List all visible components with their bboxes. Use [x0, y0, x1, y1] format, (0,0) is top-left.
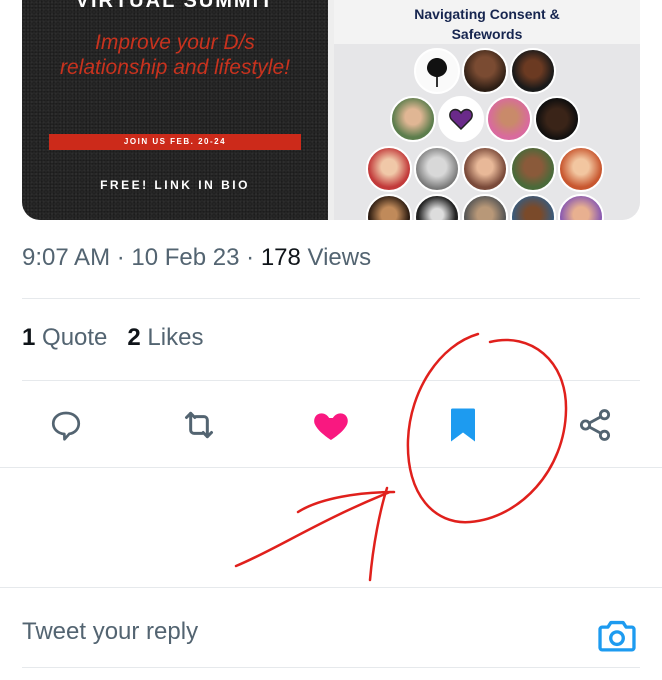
likes-link[interactable]: 2 Likes — [127, 324, 203, 351]
avatar-speaker — [366, 194, 412, 220]
quotes-label: Quote — [35, 324, 108, 351]
avatar-speaker — [462, 194, 508, 220]
avatar-speaker — [414, 194, 460, 220]
retweet-icon — [185, 411, 213, 439]
bookmark-button[interactable] — [438, 400, 488, 450]
poster-join-banner: JOIN US FEB. 20-24 — [49, 134, 301, 150]
avatar-rose — [414, 48, 460, 94]
avatar-heart-logo — [438, 96, 484, 142]
views-count: 178 — [260, 244, 301, 271]
tweet-date[interactable]: 10 Feb 23 — [131, 244, 239, 271]
tweet-media[interactable]: VIRTUAL SUMMIT Improve your D/s relation… — [22, 0, 640, 220]
like-button[interactable] — [306, 400, 356, 450]
panel-title-line2: Safewords — [451, 26, 523, 42]
separator: · — [239, 244, 261, 271]
camera-icon — [598, 620, 636, 652]
avatar-speaker — [462, 146, 508, 192]
avatar-speaker — [366, 146, 412, 192]
avatar-speaker — [510, 48, 556, 94]
avatar-speaker — [558, 194, 604, 220]
quotes-count: 1 — [22, 324, 36, 351]
tweet-timestamp: 9:07 AM · 10 Feb 23 · 178 Views — [22, 244, 371, 272]
avatar-speaker — [390, 96, 436, 142]
reply-icon — [51, 411, 81, 441]
avatar-speaker — [510, 194, 556, 220]
panel-title-line1: Navigating Consent & — [414, 6, 560, 22]
reply-input[interactable]: Tweet your reply — [22, 618, 198, 646]
avatar-speaker — [534, 96, 580, 142]
annotation-arrow — [234, 486, 396, 582]
divider — [22, 667, 640, 668]
divider — [22, 380, 640, 381]
summit-poster-image[interactable]: VIRTUAL SUMMIT Improve your D/s relation… — [22, 0, 328, 220]
engagement-stats: 1 Quote 2 Likes — [22, 324, 203, 352]
avatar-speaker — [414, 146, 460, 192]
reply-button[interactable] — [41, 400, 91, 450]
poster-tagline: Improve your D/s relationship and lifest… — [60, 31, 290, 79]
share-icon — [579, 409, 611, 441]
share-button[interactable] — [570, 400, 620, 450]
poster-free-text: FREE! LINK IN BIO — [100, 178, 250, 192]
divider — [0, 587, 662, 588]
avatar-speaker — [486, 96, 532, 142]
speakers-panel-image[interactable]: Navigating Consent & Safewords — [334, 0, 640, 220]
heart-icon — [314, 413, 348, 440]
poster-title: VIRTUAL SUMMIT — [75, 0, 275, 12]
camera-button[interactable] — [596, 615, 638, 655]
avatar-speaker — [558, 146, 604, 192]
retweet-button[interactable] — [174, 400, 224, 450]
panel-title: Navigating Consent & Safewords — [334, 0, 640, 44]
divider — [22, 298, 640, 299]
tweet-time[interactable]: 9:07 AM — [22, 244, 110, 271]
quotes-link[interactable]: 1 Quote — [22, 324, 107, 351]
bookmark-icon — [451, 408, 475, 442]
views-label: Views — [300, 244, 372, 271]
separator: · — [110, 244, 132, 271]
avatar-speaker — [462, 48, 508, 94]
likes-count: 2 — [127, 324, 141, 351]
divider — [0, 467, 662, 468]
avatar-speaker — [510, 146, 556, 192]
likes-label: Likes — [140, 324, 204, 351]
